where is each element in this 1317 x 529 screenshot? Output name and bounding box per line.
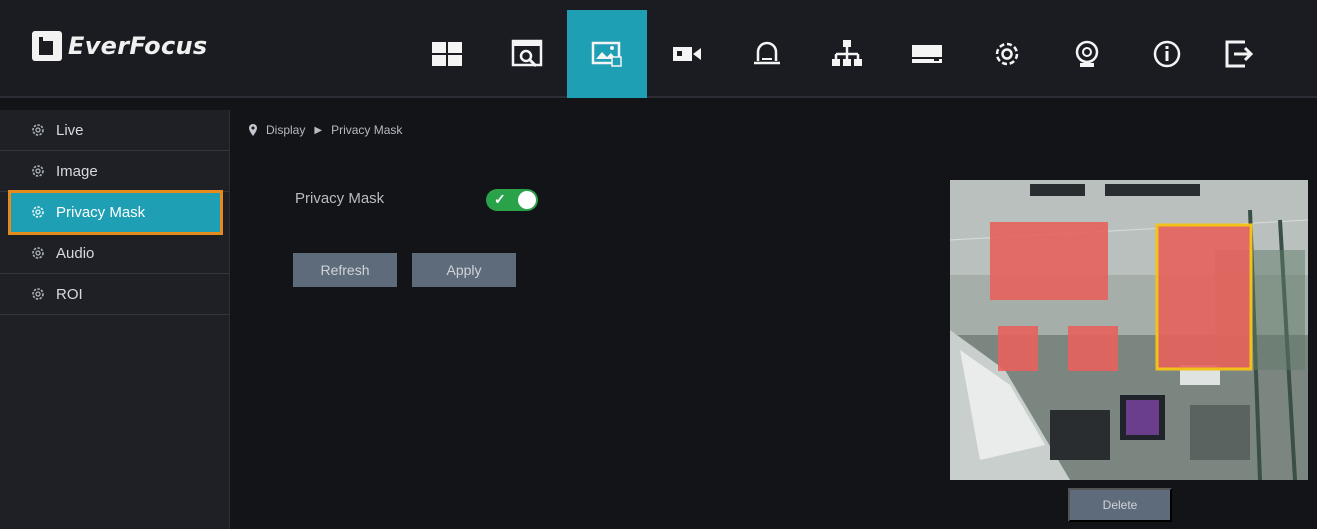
nav-camera[interactable] xyxy=(647,10,727,98)
brand-name: EverFocus xyxy=(68,32,208,60)
maintenance-icon xyxy=(1075,40,1099,67)
alarm-icon xyxy=(754,41,780,65)
sidebar: Live Image Privacy Mask Audio ROI xyxy=(0,110,230,529)
nav-live-view[interactable] xyxy=(407,10,487,98)
nav-display[interactable] xyxy=(567,10,647,98)
nav-logout[interactable] xyxy=(1207,10,1259,98)
gear-icon xyxy=(30,245,46,261)
sidebar-item-label: Privacy Mask xyxy=(56,203,146,221)
network-icon xyxy=(832,40,862,66)
playback-icon xyxy=(511,39,543,68)
apply-button[interactable]: Apply xyxy=(412,253,516,287)
nav-network[interactable] xyxy=(807,10,887,98)
sidebar-item-label: Audio xyxy=(56,244,95,262)
sidebar-item-label: Live xyxy=(56,121,84,139)
camera-icon xyxy=(673,47,701,61)
storage-icon xyxy=(912,45,942,63)
camera-preview-image xyxy=(950,180,1308,480)
breadcrumb-root[interactable]: Display xyxy=(266,123,305,137)
display-icon xyxy=(591,41,622,67)
sidebar-item-audio[interactable]: Audio xyxy=(0,233,229,274)
breadcrumb: Display ▶ Privacy Mask xyxy=(248,120,402,140)
gear-icon xyxy=(30,286,46,302)
breadcrumb-current: Privacy Mask xyxy=(331,123,403,137)
nav-alarm[interactable] xyxy=(727,10,807,98)
sidebar-item-label: Image xyxy=(56,162,98,180)
gear-icon xyxy=(30,163,46,179)
privacy-mask-toggle[interactable]: ✓ xyxy=(486,189,538,211)
camera-preview[interactable] xyxy=(950,180,1308,480)
nav-storage[interactable] xyxy=(887,10,967,98)
nav-info[interactable] xyxy=(1127,10,1207,98)
gear-icon xyxy=(30,122,46,138)
check-icon: ✓ xyxy=(494,191,506,207)
gear-icon xyxy=(30,204,46,220)
refresh-button[interactable]: Refresh xyxy=(293,253,397,287)
privacy-mask-label: Privacy Mask xyxy=(295,190,385,207)
delete-button[interactable]: Delete xyxy=(1068,488,1172,522)
nav-playback[interactable] xyxy=(487,10,567,98)
chevron-right-icon: ▶ xyxy=(314,124,323,136)
sidebar-item-roi[interactable]: ROI xyxy=(0,274,229,315)
main-nav xyxy=(407,10,1259,98)
logout-icon xyxy=(1225,40,1254,68)
top-bar: EverFocus xyxy=(0,0,1317,98)
sidebar-item-live[interactable]: Live xyxy=(0,110,229,151)
everfocus-logo: EverFocus xyxy=(32,26,207,66)
logo-mark-icon xyxy=(32,31,62,61)
live-view-icon xyxy=(432,42,462,66)
sidebar-item-label: ROI xyxy=(56,285,83,303)
nav-maintenance[interactable] xyxy=(1047,10,1127,98)
sidebar-item-privacy-mask[interactable]: Privacy Mask xyxy=(8,190,223,235)
toggle-knob xyxy=(518,191,536,209)
nav-system-settings[interactable] xyxy=(967,10,1047,98)
info-icon xyxy=(1153,40,1181,68)
location-pin-icon xyxy=(249,124,257,136)
system-settings-icon xyxy=(995,42,1019,66)
sidebar-item-image[interactable]: Image xyxy=(0,151,229,192)
